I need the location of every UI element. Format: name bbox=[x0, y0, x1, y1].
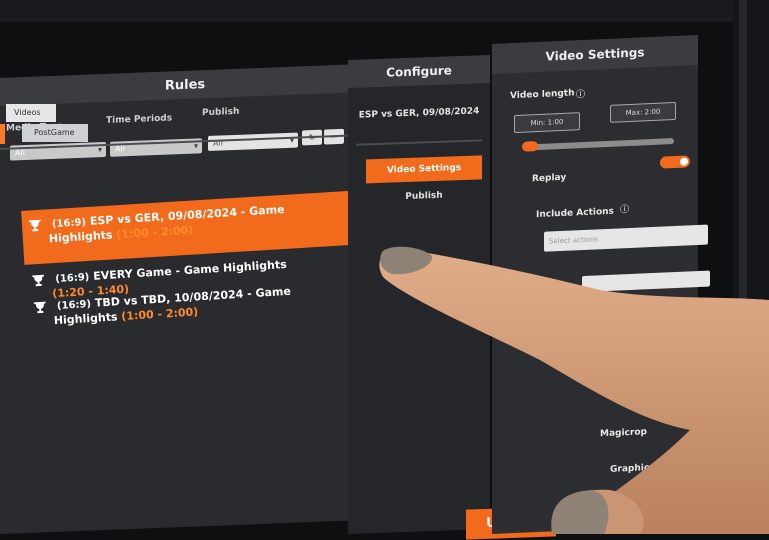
ratio-label: (16:9) bbox=[55, 271, 90, 286]
info-icon: ⓘ bbox=[620, 205, 630, 216]
ratio-label: (16:9) bbox=[56, 298, 92, 312]
slider-handle[interactable] bbox=[522, 140, 538, 152]
settings-input[interactable] bbox=[582, 270, 710, 293]
trophy-icon bbox=[33, 301, 46, 314]
photo-top-background bbox=[0, 0, 769, 22]
screen-bezel bbox=[733, 0, 769, 534]
include-actions-label: Include Actions bbox=[536, 206, 614, 221]
info-icon: ⓘ bbox=[576, 89, 586, 101]
item-range: (1:00 - 2:00) bbox=[120, 305, 199, 324]
max-length-input[interactable]: Max: 2:00 bbox=[610, 101, 676, 123]
replay-label: Replay bbox=[532, 172, 567, 185]
video-settings-title: Video Settings bbox=[492, 35, 698, 74]
configure-selected-item: ESP vs GER, 09/08/2024 bbox=[358, 106, 480, 121]
video-settings-tab[interactable]: Video Settings bbox=[366, 155, 482, 184]
ratio-label: (16:9) bbox=[51, 217, 87, 231]
configure-panel: Configure ESP vs GER, 09/08/2024 Video S… bbox=[348, 55, 490, 534]
publish-tab[interactable]: Publish bbox=[366, 185, 482, 207]
magicrop-label: Magicrop bbox=[600, 427, 647, 440]
item-range: (1:00 - 2:00) bbox=[115, 223, 194, 242]
include-actions-input[interactable]: Select actions bbox=[544, 224, 708, 252]
video-settings-panel: Video Settings Video length ⓘ Min: 1:00 … bbox=[492, 35, 710, 534]
min-length-input[interactable]: Min: 1:00 bbox=[514, 112, 580, 134]
video-length-slider[interactable] bbox=[524, 138, 674, 151]
graphics-label: Graphics bbox=[610, 462, 655, 475]
trophy-icon bbox=[32, 274, 45, 287]
video-length-label: Video length bbox=[510, 88, 575, 102]
replay-toggle[interactable] bbox=[660, 155, 690, 169]
trophy-icon bbox=[28, 219, 41, 232]
